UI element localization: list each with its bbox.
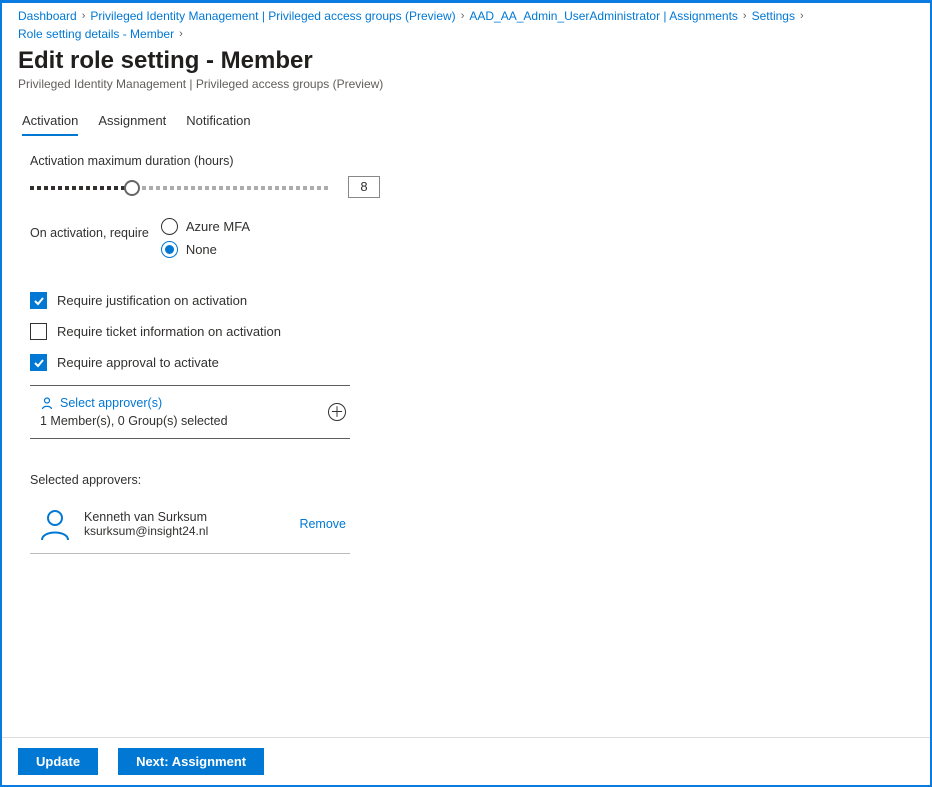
select-approvers-panel[interactable]: Select approver(s) 1 Member(s), 0 Group(… xyxy=(30,385,350,439)
approver-email: ksurksum@insight24.nl xyxy=(84,524,208,538)
remove-approver-link[interactable]: Remove xyxy=(299,517,346,531)
radio-azure-mfa[interactable]: Azure MFA xyxy=(161,218,250,235)
breadcrumb-item[interactable]: Role setting details - Member xyxy=(18,27,174,41)
breadcrumb-item[interactable]: Dashboard xyxy=(18,9,77,23)
checkbox-require-ticket[interactable]: Require ticket information on activation xyxy=(30,323,930,340)
chevron-right-icon: › xyxy=(799,10,805,22)
tab-notification[interactable]: Notification xyxy=(186,113,250,136)
max-duration-label: Activation maximum duration (hours) xyxy=(30,154,930,168)
tab-bar: Activation Assignment Notification xyxy=(2,105,930,136)
update-button[interactable]: Update xyxy=(18,748,98,775)
breadcrumb-item[interactable]: Settings xyxy=(752,9,795,23)
footer-bar: Update Next: Assignment xyxy=(2,737,930,785)
add-approver-button[interactable]: ＋ xyxy=(328,403,346,421)
plus-icon: ＋ xyxy=(330,405,344,419)
breadcrumb-item[interactable]: Privileged Identity Management | Privile… xyxy=(90,9,455,23)
chevron-right-icon: › xyxy=(178,28,184,40)
approver-name: Kenneth van Surksum xyxy=(84,510,208,524)
select-approvers-subtitle: 1 Member(s), 0 Group(s) selected xyxy=(40,414,228,428)
chevron-right-icon: › xyxy=(81,10,87,22)
tab-assignment[interactable]: Assignment xyxy=(98,113,166,136)
radio-none[interactable]: None xyxy=(161,241,250,258)
selected-approver-row: Kenneth van Surksum ksurksum@insight24.n… xyxy=(30,501,350,554)
tab-activation[interactable]: Activation xyxy=(22,113,78,136)
radio-label: Azure MFA xyxy=(186,219,250,234)
person-icon xyxy=(40,396,54,410)
radio-label: None xyxy=(186,242,217,257)
chevron-right-icon: › xyxy=(460,10,466,22)
checkbox-icon xyxy=(30,323,47,340)
max-duration-value[interactable]: 8 xyxy=(348,176,380,198)
next-assignment-button[interactable]: Next: Assignment xyxy=(118,748,264,775)
breadcrumb: Dashboard › Privileged Identity Manageme… xyxy=(2,3,930,43)
select-approvers-title: Select approver(s) xyxy=(60,396,162,410)
checkbox-icon xyxy=(30,292,47,309)
selected-approvers-label: Selected approvers: xyxy=(30,473,930,487)
slider-thumb-icon[interactable] xyxy=(124,180,140,196)
on-activation-require-label: On activation, require xyxy=(30,218,149,240)
checkbox-label: Require approval to activate xyxy=(57,355,219,370)
radio-icon xyxy=(161,241,178,258)
page-subtitle: Privileged Identity Management | Privile… xyxy=(2,77,930,105)
page-title: Edit role setting - Member xyxy=(2,43,930,77)
checkbox-label: Require ticket information on activation xyxy=(57,324,281,339)
checkbox-require-approval[interactable]: Require approval to activate xyxy=(30,354,930,371)
chevron-right-icon: › xyxy=(742,10,748,22)
checkbox-icon xyxy=(30,354,47,371)
checkbox-label: Require justification on activation xyxy=(57,293,247,308)
breadcrumb-item[interactable]: AAD_AA_Admin_UserAdministrator | Assignm… xyxy=(469,9,738,23)
checkbox-require-justification[interactable]: Require justification on activation xyxy=(30,292,930,309)
activation-panel: Activation maximum duration (hours) 8 On… xyxy=(2,154,930,554)
max-duration-slider[interactable] xyxy=(30,180,330,194)
radio-icon xyxy=(161,218,178,235)
user-icon xyxy=(38,507,72,541)
